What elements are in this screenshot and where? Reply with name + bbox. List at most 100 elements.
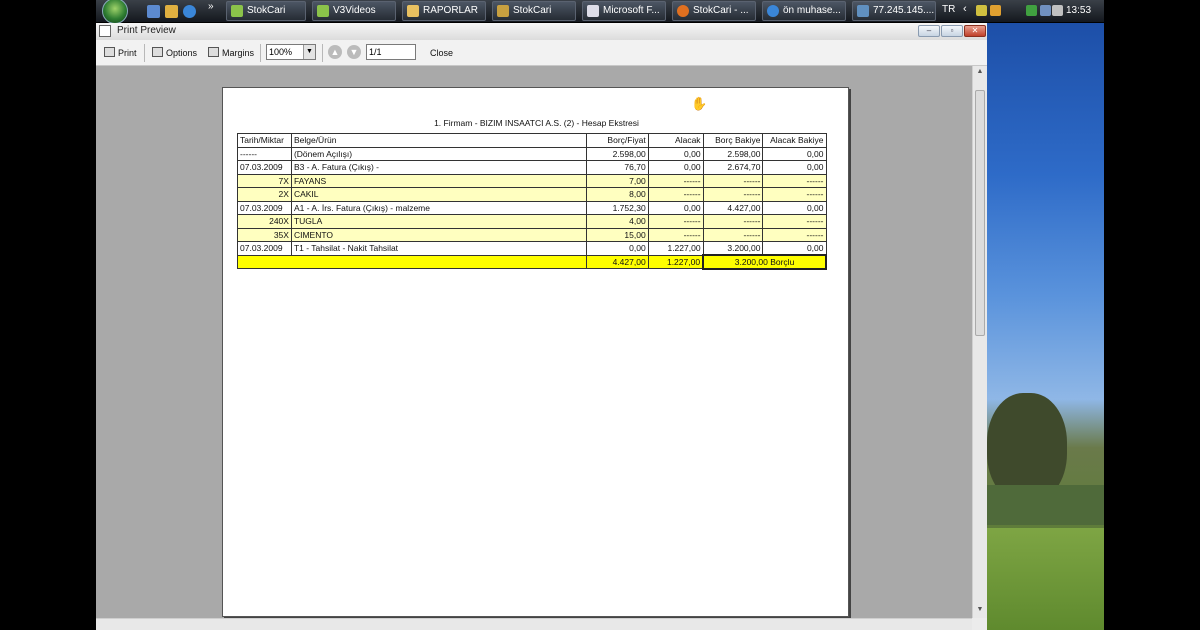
cell: 0,00 xyxy=(585,241,649,256)
cell: ------ xyxy=(702,187,764,202)
taskbar: » StokCari V3Videos RAPORLAR StokCari Mi… xyxy=(96,0,1104,24)
cell xyxy=(237,254,587,269)
cell: CAKIL xyxy=(290,187,587,202)
folder-icon[interactable] xyxy=(165,5,178,18)
cell: ------ xyxy=(647,227,704,242)
column-header: Alacak Bakiye xyxy=(762,133,827,148)
scroll-thumb[interactable] xyxy=(975,90,985,336)
totals-row: 4.427,00 1.227,00 3.200,00 Borçlu xyxy=(237,254,827,270)
show-desktop-icon[interactable] xyxy=(147,5,160,18)
minimize-button[interactable]: – xyxy=(918,25,940,37)
column-header: Tarih/Miktar xyxy=(237,133,292,148)
chevron-down-icon[interactable]: ▼ xyxy=(303,45,315,59)
task-button[interactable]: 77.245.145.... xyxy=(852,1,936,21)
cell: 2.674,70 xyxy=(702,160,764,175)
separator xyxy=(260,44,261,62)
report-title: 1. Firmam - BIZIM INSAATCI A.S. (2) - He… xyxy=(434,118,639,128)
task-button[interactable]: StokCari xyxy=(226,1,306,21)
column-header: Borç Bakiye xyxy=(702,133,764,148)
firefox-icon xyxy=(677,5,689,17)
item-row: 2X CAKIL 8,00 ------ ------ ------ xyxy=(237,187,827,202)
language-indicator[interactable]: TR xyxy=(942,4,955,15)
horizontal-scrollbar[interactable] xyxy=(96,618,972,630)
printer-icon xyxy=(104,47,115,57)
wallpaper-hills xyxy=(987,485,1104,525)
scroll-up-icon[interactable]: ▲ xyxy=(975,68,985,78)
cell: A1 - A. İrs. Fatura (Çıkış) - malzeme xyxy=(290,200,587,215)
table-row: 07.03.2009 B3 - A. Fatura (Çıkış) -76,70 0… xyxy=(237,160,827,175)
remote-desktop-icon xyxy=(857,5,869,17)
start-button[interactable] xyxy=(102,0,128,24)
task-button[interactable]: ön muhase... xyxy=(762,1,846,21)
previous-page-icon[interactable]: ▲ xyxy=(328,45,342,59)
scroll-down-icon[interactable]: ▼ xyxy=(975,606,985,616)
close-button[interactable]: Close xyxy=(430,45,453,61)
cell: 07.03.2009 xyxy=(237,241,292,256)
cell: 0,00 xyxy=(647,146,704,161)
desktop-wallpaper xyxy=(987,23,1104,630)
cell: 0,00 xyxy=(647,160,704,175)
cell: TUGLA xyxy=(290,214,587,229)
ie-icon[interactable] xyxy=(183,5,196,18)
task-button[interactable]: Microsoft F... xyxy=(582,1,666,21)
zoom-select[interactable]: 100% ▼ xyxy=(266,44,316,60)
print-button[interactable]: Print xyxy=(104,45,137,61)
separator xyxy=(144,44,145,62)
cell: 8,00 xyxy=(585,187,649,202)
cell: 2.598,00 xyxy=(702,146,764,161)
cell: 35X xyxy=(237,227,292,242)
clock[interactable]: 13:53 xyxy=(1066,5,1091,16)
table-row: 07.03.2009 A1 - A. İrs. Fatura (Çıkış) - … xyxy=(237,200,827,215)
vertical-scrollbar[interactable]: ▲ ▼ xyxy=(972,66,987,618)
margins-icon xyxy=(208,47,219,57)
cell: 3.200,00 xyxy=(702,241,764,256)
hand-cursor-icon: ✋ xyxy=(691,96,708,111)
app-icon xyxy=(497,5,509,17)
table-header-row: Tarih/Miktar Belge/Ürün Borç/Fiyat Alaca… xyxy=(237,133,827,148)
print-preview-window: Print Preview – ▫ ✕ Print Options Margin… xyxy=(96,23,987,630)
cell: 1.227,00 xyxy=(647,241,704,256)
column-header: Belge/Ürün xyxy=(290,133,587,148)
column-header: Borç/Fiyat xyxy=(585,133,649,148)
close-window-button[interactable]: ✕ xyxy=(964,25,986,37)
next-page-icon[interactable]: ▼ xyxy=(347,45,361,59)
app-icon xyxy=(231,5,243,17)
margins-button[interactable]: Margins xyxy=(208,45,254,61)
tray-icon[interactable] xyxy=(976,5,987,16)
quick-launch-more-icon[interactable]: » xyxy=(208,1,214,12)
cell: 0,00 xyxy=(762,146,827,161)
tray-icon[interactable] xyxy=(990,5,1001,16)
cell: FAYANS xyxy=(290,173,587,188)
task-button[interactable]: RAPORLAR xyxy=(402,1,486,21)
page-number-input[interactable]: 1/1 xyxy=(366,44,416,60)
cell: ------ xyxy=(762,187,827,202)
title-bar[interactable]: Print Preview – ▫ ✕ xyxy=(96,23,987,40)
tray-icon[interactable] xyxy=(1026,5,1037,16)
task-button[interactable]: V3Videos xyxy=(312,1,396,21)
cell: 0,00 xyxy=(762,241,827,256)
wallpaper-field xyxy=(987,528,1104,630)
volume-icon[interactable] xyxy=(1052,5,1063,16)
cell: 76,70 xyxy=(585,160,649,175)
restore-button[interactable]: ▫ xyxy=(941,25,963,37)
cell: ------ xyxy=(762,173,827,188)
network-icon[interactable] xyxy=(1040,5,1051,16)
total-debit: 4.427,00 xyxy=(585,254,649,269)
cell: ------ xyxy=(647,173,704,188)
cell: ------ xyxy=(647,214,704,229)
cell: 0,00 xyxy=(647,200,704,215)
options-button[interactable]: Options xyxy=(152,45,197,61)
total-credit: 1.227,00 xyxy=(647,254,704,269)
task-button[interactable]: StokCari - ... xyxy=(672,1,756,21)
cell: ------ xyxy=(702,214,764,229)
task-button[interactable]: StokCari xyxy=(492,1,576,21)
preview-canvas[interactable]: ✋ 1. Firmam - BIZIM INSAATCI A.S. (2) - … xyxy=(96,66,972,630)
cell: 7,00 xyxy=(585,173,649,188)
cell: CIMENTO xyxy=(290,227,587,242)
cell: T1 - Tahsilat - Nakit Tahsilat xyxy=(290,241,587,256)
cell: 0,00 xyxy=(762,200,827,215)
window-title: Print Preview xyxy=(117,25,176,36)
cell: 2X xyxy=(237,187,292,202)
cell: 2.598,00 xyxy=(585,146,649,161)
chevron-left-icon[interactable]: ‹ xyxy=(963,3,967,15)
